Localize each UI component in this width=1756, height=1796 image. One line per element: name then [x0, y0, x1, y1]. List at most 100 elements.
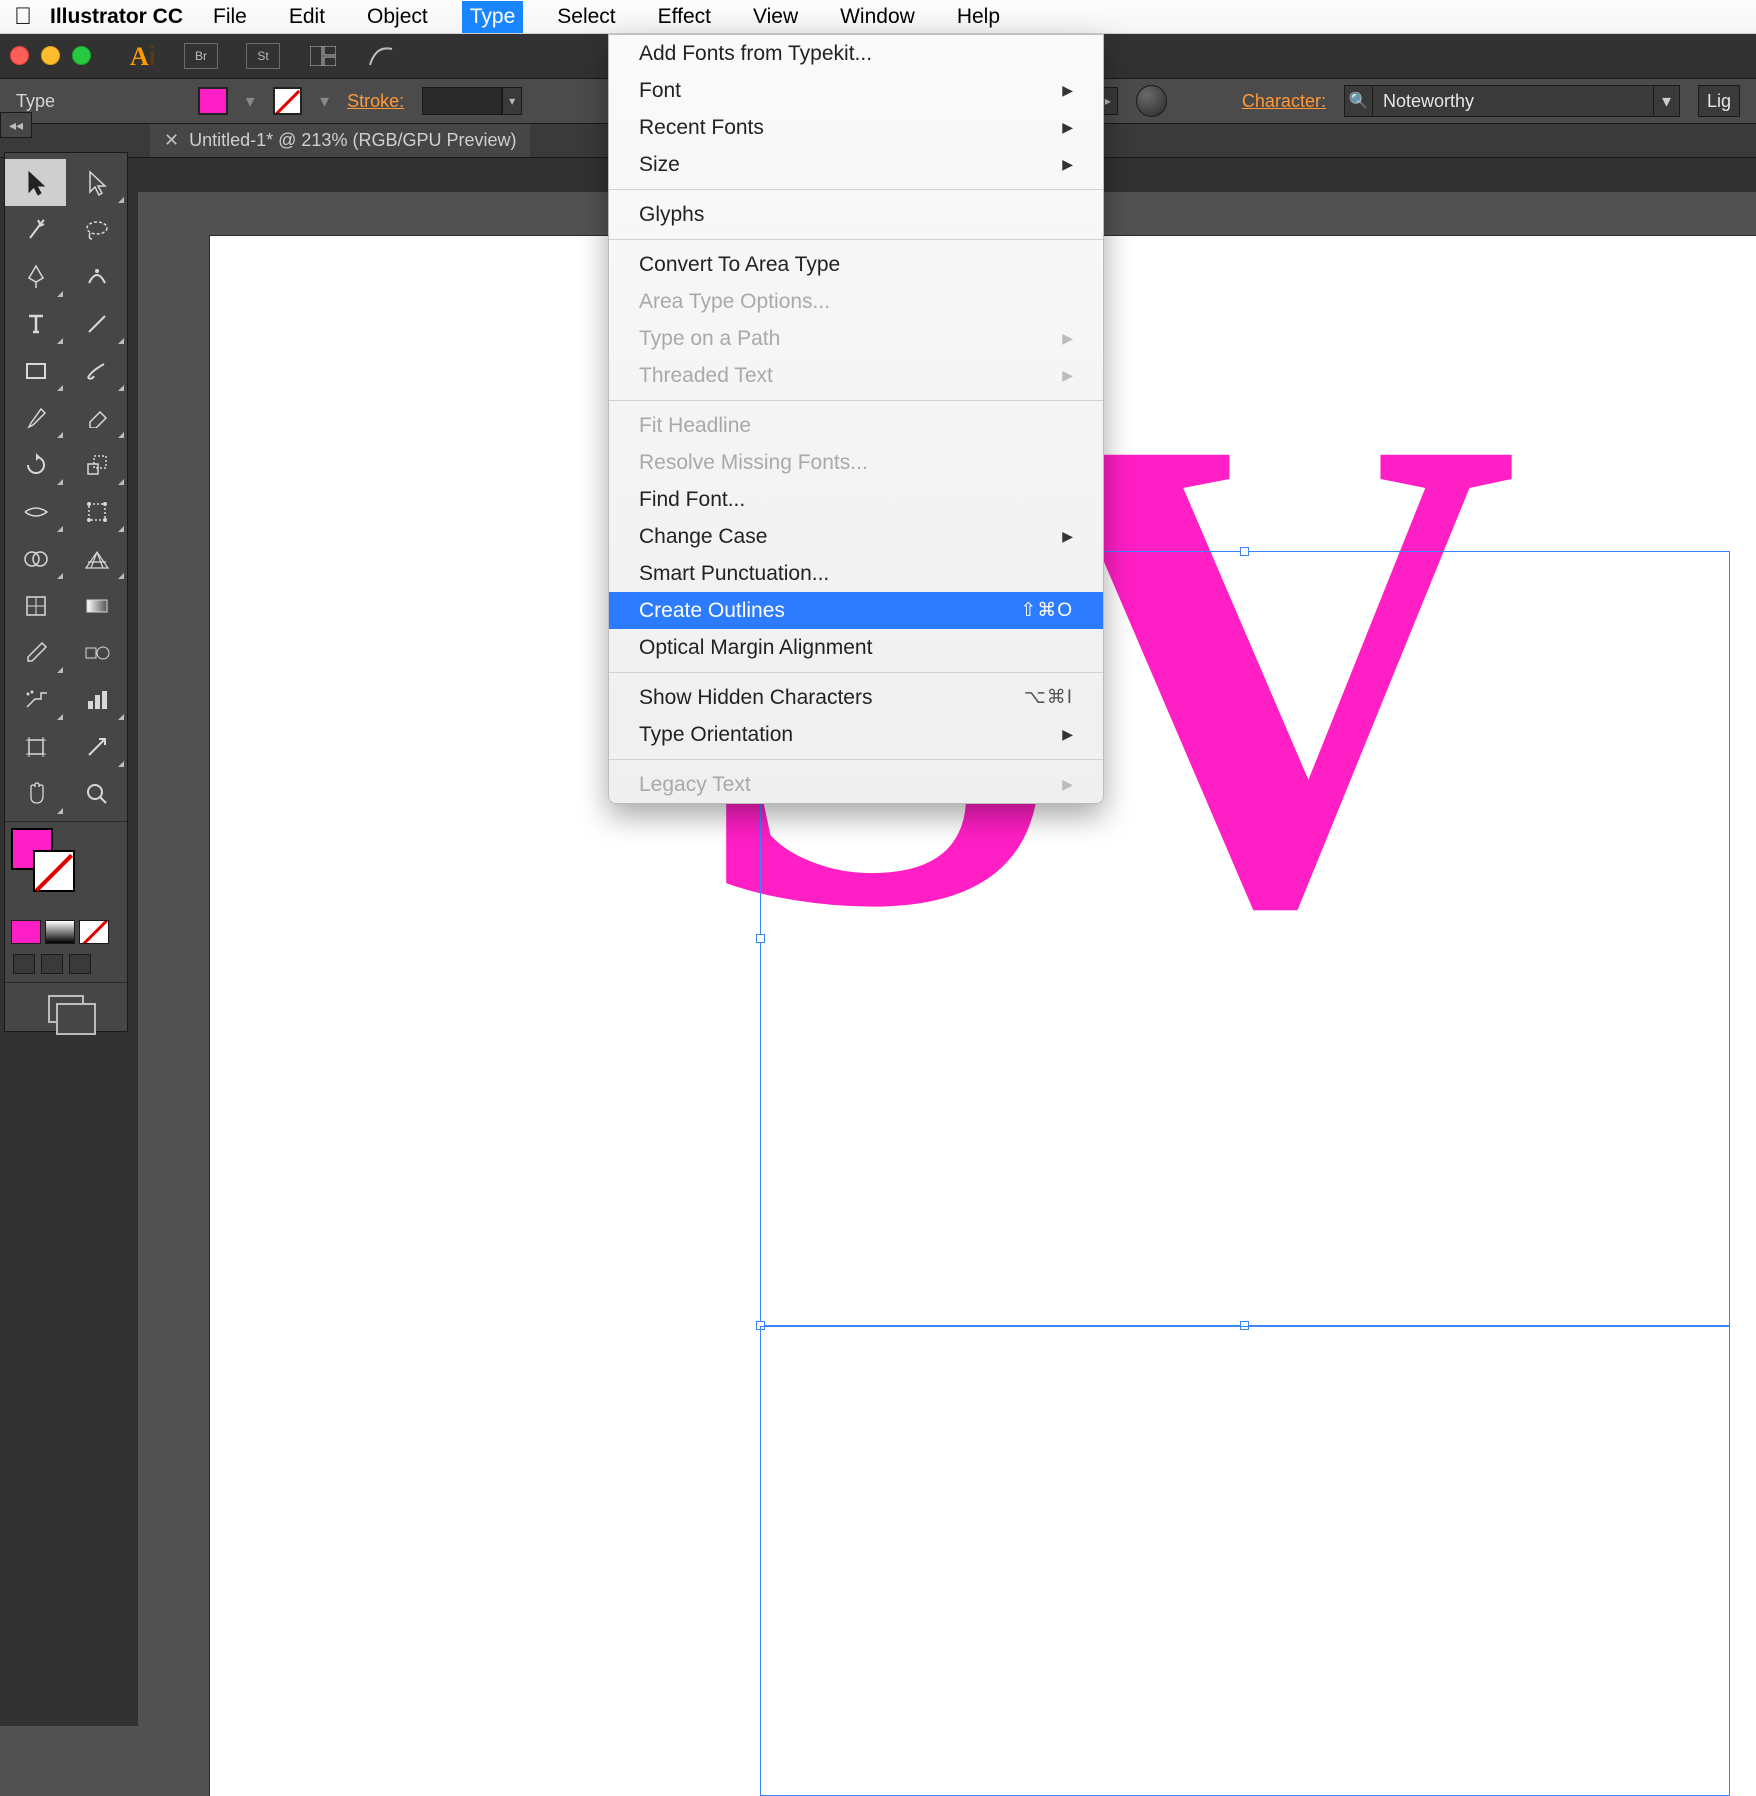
slice-tool[interactable]: [66, 723, 127, 770]
menu-item-font[interactable]: Font▶: [609, 72, 1103, 109]
arrange-documents-icon[interactable]: [308, 43, 338, 69]
fill-stroke-control[interactable]: [11, 828, 73, 886]
draw-behind-icon[interactable]: [41, 954, 63, 974]
selection-tool[interactable]: [5, 159, 66, 206]
font-style-dropdown[interactable]: Lig: [1698, 85, 1740, 117]
submenu-arrow-icon: ▶: [1062, 776, 1073, 793]
stroke-panel-link[interactable]: Stroke:: [347, 91, 404, 112]
document-tab[interactable]: ✕ Untitled-1* @ 213% (RGB/GPU Preview): [150, 124, 530, 157]
stroke-weight-input[interactable]: [422, 87, 502, 115]
symbol-sprayer-tool[interactable]: [5, 676, 66, 723]
menu-item-glyphs[interactable]: Glyphs: [609, 196, 1103, 233]
color-mode-icon[interactable]: [11, 920, 41, 944]
menu-separator: [609, 759, 1103, 760]
close-tab-icon[interactable]: ✕: [164, 130, 179, 151]
gradient-tool[interactable]: [66, 582, 127, 629]
zoom-tool[interactable]: [66, 770, 127, 817]
free-transform-tool[interactable]: [66, 488, 127, 535]
menu-view[interactable]: View: [745, 1, 806, 33]
menu-type[interactable]: Type: [462, 1, 524, 33]
menu-item-type-orientation[interactable]: Type Orientation▶: [609, 716, 1103, 753]
collapsed-panel-tab[interactable]: ◂◂: [0, 112, 32, 138]
menu-help[interactable]: Help: [949, 1, 1008, 33]
width-tool[interactable]: [5, 488, 66, 535]
none-mode-icon[interactable]: [79, 920, 109, 944]
submenu-arrow-icon: ▶: [1062, 330, 1073, 347]
type-menu-dropdown: Add Fonts from Typekit... Font▶ Recent F…: [608, 34, 1104, 804]
menu-item-threaded-text: Threaded Text▶: [609, 357, 1103, 394]
keyboard-shortcut: ⌥⌘I: [1024, 686, 1073, 709]
menu-item-legacy-text: Legacy Text▶: [609, 766, 1103, 803]
selection-handle[interactable]: [1240, 547, 1249, 556]
stroke-swatch[interactable]: [273, 87, 302, 115]
app-name[interactable]: Illustrator CC: [50, 5, 183, 29]
screen-mode-button[interactable]: [5, 987, 127, 1031]
stroke-weight-dropdown[interactable]: ▾: [502, 87, 522, 115]
character-panel-link[interactable]: Character:: [1242, 91, 1326, 112]
menu-separator: [609, 239, 1103, 240]
font-family-dropdown[interactable]: 🔍 Noteworthy ▾: [1344, 85, 1680, 117]
menu-separator: [609, 672, 1103, 673]
menu-item-add-fonts[interactable]: Add Fonts from Typekit...: [609, 35, 1103, 72]
menu-item-convert-area-type[interactable]: Convert To Area Type: [609, 246, 1103, 283]
menu-select[interactable]: Select: [549, 1, 623, 33]
pen-tool[interactable]: [5, 253, 66, 300]
artboard-tool[interactable]: [5, 723, 66, 770]
menu-window[interactable]: Window: [832, 1, 923, 33]
scale-tool[interactable]: [66, 441, 127, 488]
paintbrush-tool[interactable]: [66, 347, 127, 394]
gpu-preview-icon[interactable]: [366, 43, 396, 69]
bridge-button[interactable]: Br: [184, 43, 218, 69]
font-family-value: Noteworthy: [1373, 91, 1653, 112]
lasso-tool[interactable]: [66, 206, 127, 253]
menu-item-create-outlines[interactable]: Create Outlines⇧⌘O: [609, 592, 1103, 629]
mac-menubar:  Illustrator CC File Edit Object Type S…: [0, 0, 1756, 34]
eraser-tool[interactable]: [66, 394, 127, 441]
type-tool[interactable]: [5, 300, 66, 347]
menu-item-resolve-fonts: Resolve Missing Fonts...: [609, 444, 1103, 481]
mesh-tool[interactable]: [5, 582, 66, 629]
fill-swatch[interactable]: [198, 87, 227, 115]
hand-tool[interactable]: [5, 770, 66, 817]
search-icon: 🔍: [1345, 86, 1373, 116]
menu-item-find-font[interactable]: Find Font...: [609, 481, 1103, 518]
rectangle-tool[interactable]: [5, 347, 66, 394]
submenu-arrow-icon: ▶: [1062, 82, 1073, 99]
menu-item-show-hidden-chars[interactable]: Show Hidden Characters⌥⌘I: [609, 679, 1103, 716]
submenu-arrow-icon: ▶: [1062, 119, 1073, 136]
stroke-color-icon[interactable]: [33, 850, 75, 892]
tools-panel: ⇄: [4, 152, 128, 1032]
draw-normal-icon[interactable]: [13, 954, 35, 974]
direct-selection-tool[interactable]: [66, 159, 127, 206]
keyboard-shortcut: ⇧⌘O: [1020, 599, 1073, 622]
line-segment-tool[interactable]: [66, 300, 127, 347]
menu-item-size[interactable]: Size▶: [609, 146, 1103, 183]
shape-builder-tool[interactable]: [5, 535, 66, 582]
apple-icon[interactable]: : [14, 3, 32, 31]
column-graph-tool[interactable]: [66, 676, 127, 723]
rotate-tool[interactable]: [5, 441, 66, 488]
draw-inside-icon[interactable]: [69, 954, 91, 974]
document-tab-title: Untitled-1* @ 213% (RGB/GPU Preview): [189, 130, 516, 151]
blend-tool[interactable]: [66, 629, 127, 676]
menu-item-recent-fonts[interactable]: Recent Fonts▶: [609, 109, 1103, 146]
menu-edit[interactable]: Edit: [281, 1, 333, 33]
menu-item-smart-punctuation[interactable]: Smart Punctuation...: [609, 555, 1103, 592]
stock-button[interactable]: St: [246, 43, 280, 69]
window-close[interactable]: [10, 46, 29, 65]
perspective-grid-tool[interactable]: [66, 535, 127, 582]
gradient-mode-icon[interactable]: [45, 920, 75, 944]
recolor-artwork-icon[interactable]: [1136, 85, 1167, 117]
menu-object[interactable]: Object: [359, 1, 436, 33]
eyedropper-tool[interactable]: [5, 629, 66, 676]
window-zoom[interactable]: [72, 46, 91, 65]
menu-item-change-case[interactable]: Change Case▶: [609, 518, 1103, 555]
selection-handle[interactable]: [756, 934, 765, 943]
menu-effect[interactable]: Effect: [650, 1, 719, 33]
magic-wand-tool[interactable]: [5, 206, 66, 253]
window-minimize[interactable]: [41, 46, 60, 65]
menu-item-optical-margin[interactable]: Optical Margin Alignment: [609, 629, 1103, 666]
pencil-tool[interactable]: [5, 394, 66, 441]
curvature-tool[interactable]: [66, 253, 127, 300]
menu-file[interactable]: File: [205, 1, 255, 33]
